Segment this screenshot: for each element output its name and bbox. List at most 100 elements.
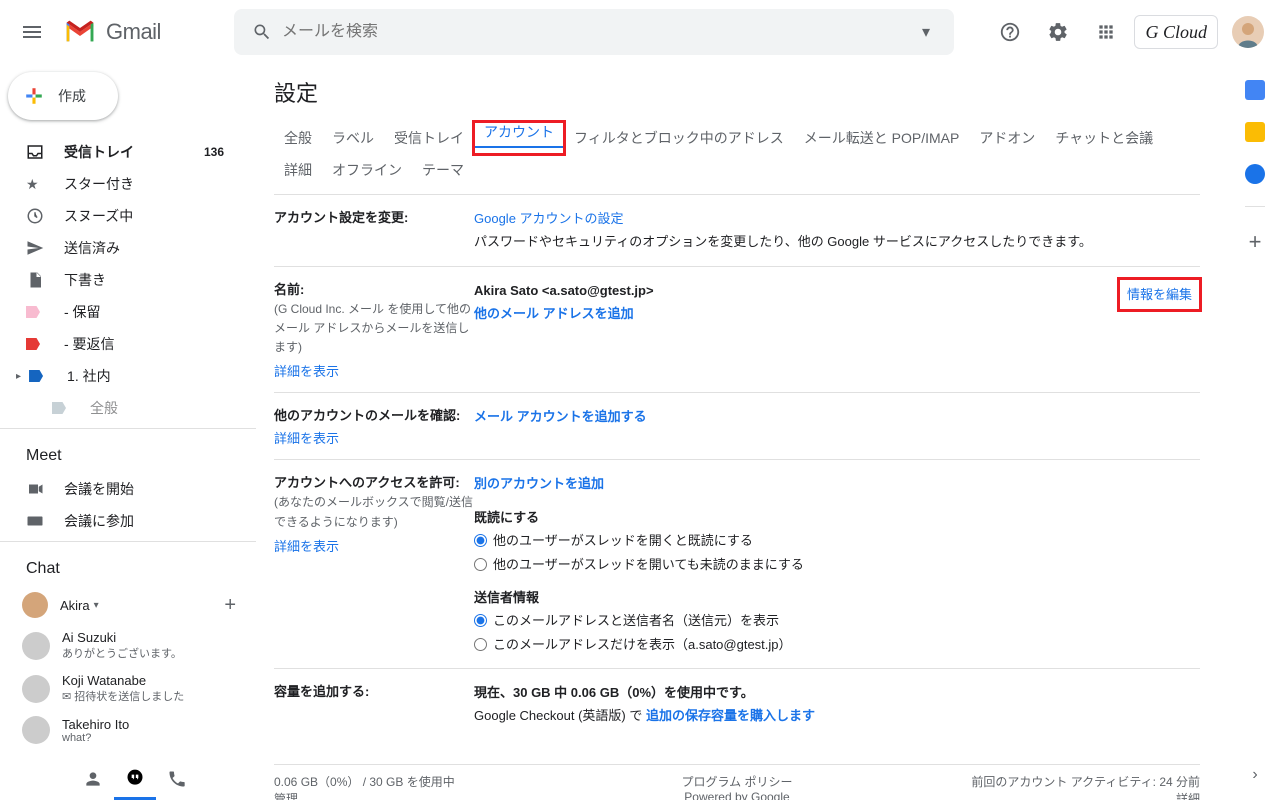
sidebar-item-label: 1. 社内: [67, 366, 111, 386]
policies-link[interactable]: プログラム ポリシー: [682, 775, 793, 789]
storage-footer: 0.06 GB（0%） / 30 GB を使用中: [274, 773, 583, 790]
phone-tab[interactable]: [156, 758, 198, 800]
tab-chat[interactable]: チャットと会議: [1045, 122, 1163, 154]
google-account-settings-link[interactable]: Google アカウントの設定: [474, 211, 624, 226]
keep-addon-button[interactable]: [1245, 122, 1265, 142]
show-address-only-radio[interactable]: [474, 638, 487, 651]
contacts-tab[interactable]: [72, 758, 114, 800]
sidebar-item-label-internal[interactable]: ▸ 1. 社内: [0, 360, 240, 392]
tab-addons[interactable]: アドオン: [969, 122, 1045, 154]
tab-advanced[interactable]: 詳細: [274, 154, 322, 186]
chat-self-row[interactable]: Akira▾ +: [0, 586, 256, 624]
person-icon: [83, 769, 103, 789]
gmail-logo[interactable]: Gmail: [56, 19, 226, 45]
tab-themes[interactable]: テーマ: [412, 154, 474, 186]
tab-general[interactable]: 全般: [274, 122, 322, 154]
calendar-addon-button[interactable]: [1245, 80, 1265, 100]
radio-label: このメールアドレスだけを表示（a.sato@gtest.jp）: [493, 633, 792, 656]
tab-forwarding[interactable]: メール転送と POP/IMAP: [794, 122, 970, 154]
meet-join-button[interactable]: 会議に参加: [0, 505, 240, 537]
caret-icon: ▸: [10, 371, 21, 382]
radio-label: 他のユーザーがスレッドを開いても未読のままにする: [493, 553, 804, 576]
compose-button[interactable]: 作成: [8, 72, 118, 120]
tab-offline[interactable]: オフライン: [322, 154, 412, 186]
manage-link[interactable]: 管理: [274, 792, 298, 800]
keyboard-icon: [26, 512, 46, 530]
page-footer: 0.06 GB（0%） / 30 GB を使用中 管理 プログラム ポリシー P…: [274, 764, 1200, 800]
tab-accounts[interactable]: アカウント: [474, 118, 564, 148]
sidebar-item-label-hold[interactable]: - 保留: [0, 296, 240, 328]
chat-self-name: Akira: [60, 598, 90, 613]
section-label: 容量を追加する:: [274, 681, 474, 700]
gear-icon: [1047, 21, 1069, 43]
chat-contact-row[interactable]: Ai Suzukiありがとうございます。: [0, 624, 256, 667]
buy-storage-link[interactable]: 追加の保存容量を購入します: [646, 708, 815, 723]
leave-unread-radio[interactable]: [474, 558, 487, 571]
divider: [1245, 206, 1265, 207]
get-addons-button[interactable]: +: [1249, 229, 1262, 255]
section-grant-access: アカウントへのアクセスを許可: (あなたのメールボックスで閲覧/送信できるように…: [274, 459, 1200, 668]
new-chat-button[interactable]: +: [224, 594, 236, 617]
sidebar-item-starred[interactable]: ★スター付き: [0, 168, 240, 200]
add-mail-account-link[interactable]: メール アカウントを追加する: [474, 409, 647, 424]
header-actions: G Cloud: [990, 12, 1272, 52]
hangouts-tab[interactable]: [114, 758, 156, 800]
tasks-addon-button[interactable]: [1245, 164, 1265, 184]
chat-name: Takehiro Ito: [62, 717, 129, 732]
section-label: アカウント設定を変更:: [274, 207, 474, 226]
learn-more-link[interactable]: 詳細を表示: [274, 428, 339, 447]
sidebar-item-label: 下書き: [64, 270, 106, 290]
search-input[interactable]: [282, 23, 906, 41]
chat-contact-row[interactable]: Takehiro Itowhat?: [0, 710, 256, 750]
meet-start-button[interactable]: 会議を開始: [0, 473, 240, 505]
chat-preview: what?: [62, 732, 129, 744]
tab-inbox[interactable]: 受信トレイ: [384, 122, 474, 154]
sidebar-item-sent[interactable]: 送信済み: [0, 232, 240, 264]
edit-info-link[interactable]: 情報を編集: [1127, 287, 1192, 302]
sidebar-item-snoozed[interactable]: スヌーズ中: [0, 200, 240, 232]
gmail-logo-text: Gmail: [106, 19, 161, 45]
add-another-address-link[interactable]: 他のメール アドレスを追加: [474, 306, 634, 321]
powered-by: Powered by Google: [684, 790, 789, 800]
learn-more-link[interactable]: 詳細を表示: [274, 536, 339, 555]
sidebar-item-label: スター付き: [64, 174, 134, 194]
sidebar-item-label-general[interactable]: 全般: [0, 392, 240, 424]
tab-labels[interactable]: ラベル: [322, 122, 384, 154]
label-icon: [52, 402, 72, 414]
chat-contact-row[interactable]: Koji Watanabe✉ 招待状を送信しました: [0, 667, 256, 710]
section-desc: (あなたのメールボックスで閲覧/送信できるようになります): [274, 493, 474, 531]
hamburger-icon: [20, 20, 44, 44]
last-activity: 前回のアカウント アクティビティ: 24 分前: [971, 775, 1200, 789]
clock-icon: [26, 207, 46, 225]
sidebar-item-label-reply[interactable]: - 要返信: [0, 328, 240, 360]
account-avatar[interactable]: [1232, 16, 1264, 48]
learn-more-link[interactable]: 詳細を表示: [274, 361, 339, 380]
mark-read-radio[interactable]: [474, 534, 487, 547]
section-label: 名前:: [274, 279, 474, 298]
avatar: [22, 632, 50, 660]
support-button[interactable]: [990, 12, 1030, 52]
sidebar-item-drafts[interactable]: 下書き: [0, 264, 240, 296]
label-icon: [26, 306, 46, 318]
settings-button[interactable]: [1038, 12, 1078, 52]
search-icon[interactable]: [242, 22, 282, 42]
collapse-panel-button[interactable]: ›: [1252, 766, 1257, 784]
apps-button[interactable]: [1086, 12, 1126, 52]
page-title: 設定: [274, 76, 1200, 108]
mark-read-label: 既読にする: [474, 510, 539, 525]
show-name-address-radio[interactable]: [474, 614, 487, 627]
send-as-identity: Akira Sato <a.sato@gtest.jp>: [474, 283, 654, 298]
sidebar-item-inbox[interactable]: 受信トレイ 136: [0, 136, 240, 168]
main-menu-button[interactable]: [8, 8, 56, 56]
hangouts-icon: [125, 768, 145, 788]
settings-main: 設定 全般 ラベル 受信トレイ アカウント フィルタとブロック中のアドレス メー…: [256, 64, 1230, 800]
sidebar-item-label: - 保留: [64, 302, 101, 322]
gcloud-account-label[interactable]: G Cloud: [1134, 15, 1218, 49]
meet-item-label: 会議を開始: [64, 479, 134, 499]
avatar: [22, 716, 50, 744]
details-link[interactable]: 詳細: [1176, 792, 1200, 800]
search-options-button[interactable]: ▾: [906, 22, 946, 42]
add-another-account-link[interactable]: 別のアカウントを追加: [474, 476, 604, 491]
tab-filters[interactable]: フィルタとブロック中のアドレス: [564, 122, 794, 154]
search-bar[interactable]: ▾: [234, 9, 954, 55]
